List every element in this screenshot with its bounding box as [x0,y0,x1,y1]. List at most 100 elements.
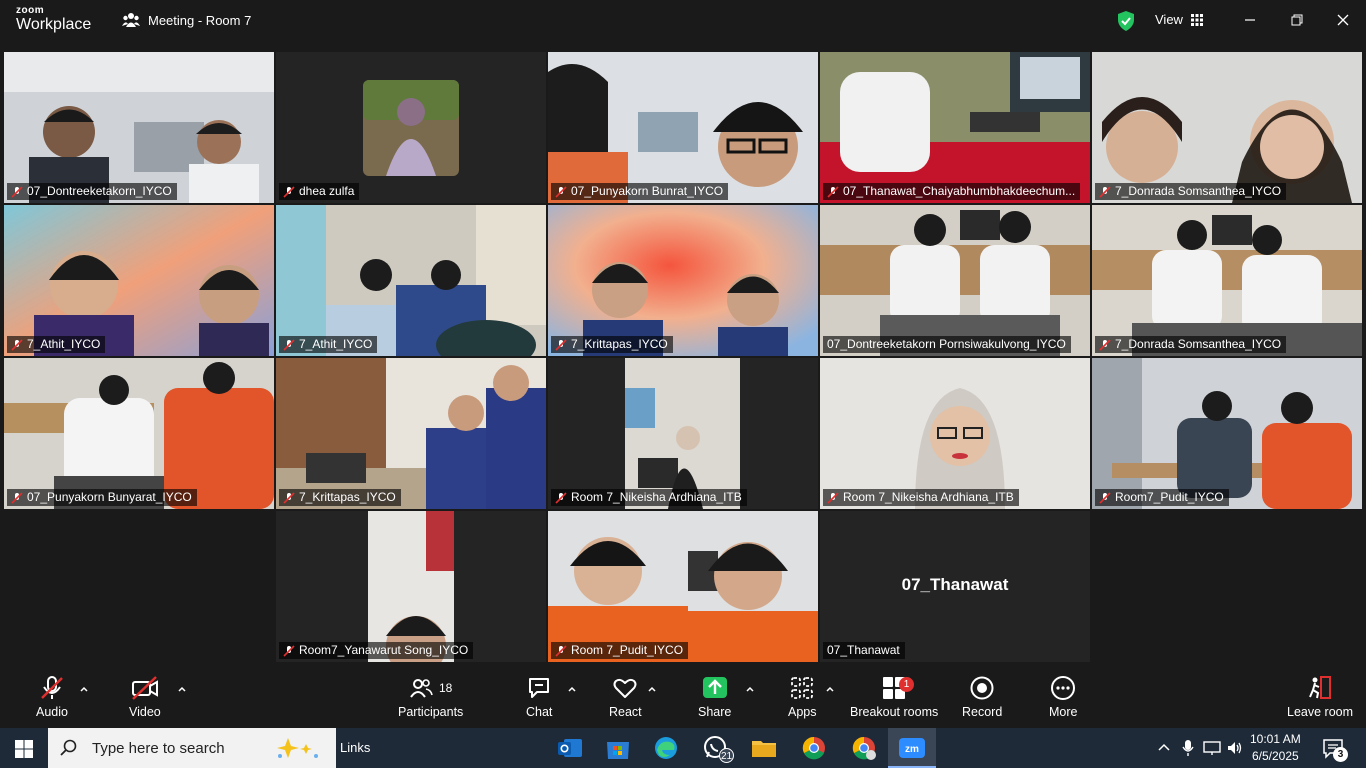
participant-label: 07_Dontreeketakorn Pornsiwakulvong_IYCO [823,336,1071,353]
chrome-browser-icon[interactable] [800,734,828,762]
notifications-button[interactable]: 3 [1322,737,1348,764]
participant-name: Room7_Yanawarut Song_IYCO [299,643,469,657]
clock-date: 6/5/2025 [1251,749,1299,763]
leave-room-icon [1309,676,1331,699]
whatsapp-unread-badge: 21 [719,748,734,763]
mic-muted-icon [283,338,295,351]
meeting-toolbar: Audio Video 18 Participants Chat React S… [0,668,1366,728]
file-explorer-icon[interactable] [750,734,778,762]
chat-button[interactable]: Chat [526,674,552,719]
video-tile[interactable]: 7_Krittapas_IYCO [276,358,546,509]
microsoft-store-icon[interactable] [604,734,632,762]
participant-name: Room7_Pudit_IYCO [1115,490,1224,504]
mic-muted-icon [1099,491,1111,504]
svg-text:zm: zm [905,744,919,755]
mic-muted-icon [555,491,567,504]
react-options-chevron-icon[interactable] [647,684,657,694]
participant-label: 07_Dontreeketakorn_IYCO [7,183,177,200]
apps-label: Apps [788,705,817,719]
more-options-icon [1051,676,1076,700]
audio-button[interactable]: Audio [36,674,68,719]
breakout-rooms-button[interactable]: Breakout rooms [850,674,938,719]
microphone-tray-icon[interactable] [1181,739,1195,757]
mic-muted-icon [555,338,567,351]
video-tile[interactable]: 07_Thanawat_Chaiyabhumbhakdeechum... [820,52,1090,203]
close-button[interactable] [1331,10,1355,30]
participant-label: 7_Athit_IYCO [7,336,106,353]
links-toolbar-label[interactable]: Links [340,740,370,755]
video-tile[interactable]: 7_Athit_IYCO [276,205,546,356]
leave-room-button[interactable]: Leave room [1287,674,1353,719]
record-label: Record [962,705,1003,719]
zoom-taskbar-button[interactable]: zm [888,728,936,768]
video-button[interactable]: Video [129,674,161,719]
video-tile[interactable]: 7_Donrada Somsanthea_IYCO [1092,52,1362,203]
video-tile[interactable]: 7_Krittapas_IYCO [548,205,818,356]
video-tile[interactable]: Room 7_Nikeisha Ardhiana_ITB [548,358,818,509]
network-icon[interactable] [1203,740,1221,756]
video-tile[interactable]: Room 7_Nikeisha Ardhiana_ITB [820,358,1090,509]
video-feed [548,52,818,203]
video-feed [4,358,274,509]
share-options-chevron-icon[interactable] [745,684,755,694]
windows-taskbar: Type here to search Links 21 zm 10:01 AM… [0,728,1366,768]
video-tile[interactable]: 07_Dontreeketakorn Pornsiwakulvong_IYCO [820,205,1090,356]
view-label: View [1155,12,1183,27]
apps-options-chevron-icon[interactable] [825,684,835,694]
video-tile[interactable]: 7_Donrada Somsanthea_IYCO [1092,205,1362,356]
audio-options-chevron-icon[interactable] [79,684,89,694]
search-icon [60,739,77,756]
outlook-icon[interactable] [556,734,584,762]
zoom-workplace-logo: zoom Workplace [16,6,91,33]
record-button[interactable]: Record [962,674,1002,719]
more-button[interactable]: More [1049,674,1077,719]
video-tile[interactable]: 7_Athit_IYCO [4,205,274,356]
system-tray-chevron-icon[interactable] [1157,741,1171,755]
react-label: React [609,705,642,719]
apps-button[interactable]: Apps [788,674,817,719]
chrome-profile-icon[interactable] [850,734,878,762]
video-tile[interactable]: 07_Dontreeketakorn_IYCO [4,52,274,203]
participant-name: 07_Punyakorn Bunrat_IYCO [571,184,724,198]
video-tile[interactable]: 07_Punyakorn Bunyarat_IYCO [4,358,274,509]
chat-options-chevron-icon[interactable] [567,684,577,694]
taskbar-clock[interactable]: 10:01 AM 6/5/2025 [1250,731,1301,765]
video-tile-camera-off[interactable]: 07_Thanawat 07_Thanawat [820,511,1090,662]
minimize-button[interactable] [1238,10,1262,30]
video-tile[interactable]: Room7_Pudit_IYCO [1092,358,1362,509]
restore-button[interactable] [1285,10,1309,30]
windows-start-icon[interactable] [15,740,33,758]
mic-muted-icon [555,185,567,198]
participant-name: 07_Thanawat_Chaiyabhumbhakdeechum... [843,184,1076,198]
apps-icon [791,677,814,699]
participant-label: 7_Athit_IYCO [279,336,378,353]
participant-label: 7_Krittapas_IYCO [551,336,673,353]
participant-label: Room7_Yanawarut Song_IYCO [279,642,474,659]
search-highlight-icon [277,738,318,758]
view-menu[interactable]: View [1155,12,1203,27]
close-icon [1337,14,1349,26]
encryption-shield-icon[interactable] [1116,10,1136,32]
participant-name: 07_Dontreeketakorn Pornsiwakulvong_IYCO [827,337,1066,351]
video-tile[interactable]: 07_Punyakorn Bunrat_IYCO [548,52,818,203]
video-feed [820,205,1090,356]
video-tile[interactable]: Room7_Yanawarut Song_IYCO [276,511,546,662]
share-button[interactable]: Share [698,674,731,719]
video-feed [4,205,274,356]
video-tile-active-speaker[interactable]: dhea zulfa [276,52,546,203]
audio-label: Audio [36,705,68,719]
meeting-info[interactable]: Meeting - Room 7 [122,12,251,28]
mic-muted-icon [555,644,567,657]
edge-browser-icon[interactable] [652,734,680,762]
video-feed [1092,358,1362,509]
react-button[interactable]: React [609,674,642,719]
mic-muted-icon [11,491,23,504]
participants-button[interactable]: 18 Participants [398,674,463,719]
taskbar-search-box[interactable]: Type here to search [48,728,336,768]
video-options-chevron-icon[interactable] [177,684,187,694]
participant-label: 07_Punyakorn Bunyarat_IYCO [7,489,197,506]
video-tile[interactable]: Room 7_Pudit_IYCO [548,511,818,662]
video-feed [276,52,546,203]
participants-icon [410,679,433,698]
volume-icon[interactable] [1226,739,1244,757]
